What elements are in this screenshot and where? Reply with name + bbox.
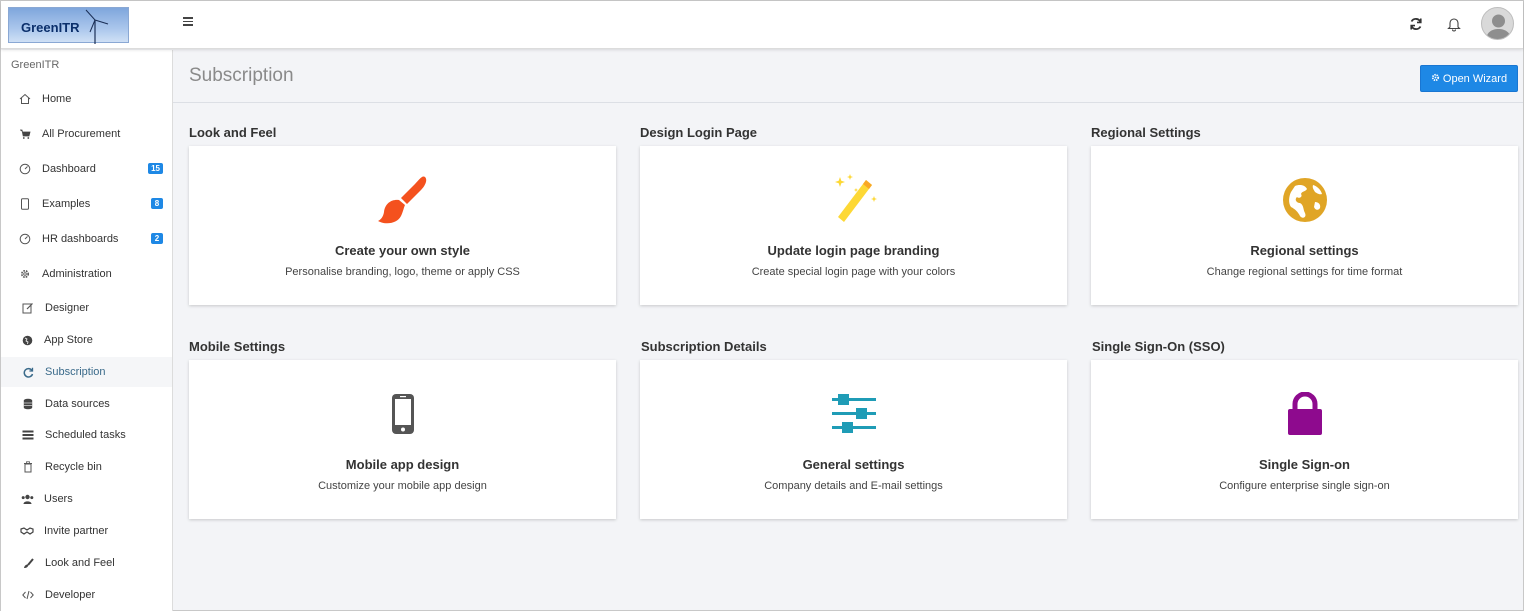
top-bar: GreenITR [1, 1, 1523, 49]
section-title-look-and-feel: Look and Feel [189, 125, 277, 140]
page-header: Subscription Open Wizard [173, 50, 1523, 103]
sidebar-brand: GreenITR [11, 59, 60, 71]
sidebar-item-examples[interactable]: Examples 8 [1, 189, 172, 219]
brush-icon [21, 556, 35, 570]
handshake-icon [20, 524, 34, 538]
sidebar-item-label: All Procurement [42, 128, 121, 140]
edit-icon [21, 301, 35, 315]
section-title-regional-settings: Regional Settings [1091, 125, 1201, 140]
sidebar-item-subscription[interactable]: Subscription [1, 357, 172, 387]
section-title-mobile-settings: Mobile Settings [189, 339, 286, 354]
user-silhouette-icon [1486, 14, 1511, 39]
card-update-login-page-branding[interactable]: Update login page branding Create specia… [640, 146, 1067, 305]
card-mobile-app-design[interactable]: Mobile app design Customize your mobile … [189, 360, 616, 519]
sidebar-item-invite-partner[interactable]: Invite partner [1, 516, 172, 546]
menu-toggle-button[interactable] [183, 15, 199, 31]
card-title: Create your own style [334, 243, 471, 258]
users-icon [20, 492, 34, 506]
user-avatar[interactable] [1481, 7, 1514, 40]
gear-icon [18, 267, 32, 281]
gauge-icon [18, 162, 32, 176]
sidebar-item-label: App Store [44, 334, 93, 346]
card-create-your-own-style[interactable]: Create your own style Personalise brandi… [189, 146, 616, 305]
wind-turbine-icon [85, 9, 109, 44]
sidebar-item-label: Scheduled tasks [45, 429, 126, 441]
paintbrush-icon [189, 172, 616, 228]
section-title-single-sign-on: Single Sign-On (SSO) [1092, 339, 1225, 354]
sidebar-item-label: Administration [42, 268, 112, 280]
section-title-design-login-page: Design Login Page [640, 125, 758, 140]
card-description: Create special login page with your colo… [751, 266, 956, 278]
trash-icon [21, 460, 35, 474]
globe-icon [20, 333, 34, 347]
card-title: Regional settings [1250, 243, 1359, 258]
sidebar-item-administration[interactable]: Administration [1, 259, 172, 289]
card-description: Personalise branding, logo, theme or app… [285, 266, 520, 278]
database-icon [21, 397, 35, 411]
magic-wand-icon [640, 172, 1067, 228]
sidebar-item-designer[interactable]: Designer [1, 293, 172, 323]
globe-icon [1091, 172, 1518, 228]
cart-icon [18, 127, 32, 141]
mobile-phone-icon [189, 386, 616, 442]
card-general-settings[interactable]: General settings Company details and E-m… [640, 360, 1067, 519]
sidebar-item-label: Examples [42, 198, 91, 210]
gauge-icon [18, 232, 32, 246]
card-description: Company details and E-mail settings [764, 480, 943, 492]
sliders-icon [640, 386, 1067, 442]
sidebar-item-label: Data sources [45, 398, 110, 410]
sidebar-item-recycle-bin[interactable]: Recycle bin [1, 452, 172, 482]
card-title: Update login page branding [767, 243, 940, 258]
home-icon [18, 92, 32, 106]
sidebar-item-data-sources[interactable]: Data sources [1, 389, 172, 419]
sidebar-item-label: Invite partner [44, 525, 109, 537]
sidebar-item-label: Designer [45, 302, 90, 314]
refresh-icon [21, 365, 35, 379]
sidebar-item-scheduled-tasks[interactable]: Scheduled tasks [1, 420, 172, 450]
sidebar-item-label: Recycle bin [45, 461, 102, 473]
bell-icon [1447, 17, 1461, 31]
lock-icon [1091, 386, 1518, 442]
sidebar-item-label: Look and Feel [45, 557, 115, 569]
card-description: Customize your mobile app design [318, 480, 487, 492]
sidebar-item-hr-dashboards[interactable]: HR dashboards 2 [1, 224, 172, 254]
code-icon [21, 588, 35, 602]
sidebar-item-label: Home [42, 93, 72, 105]
sidebar-item-label: Developer [45, 589, 96, 601]
sidebar-item-users[interactable]: Users [1, 484, 172, 514]
card-title: General settings [802, 457, 905, 472]
sidebar-item-label: Dashboard [42, 163, 96, 175]
card-single-sign-on[interactable]: Single Sign-on Configure enterprise sing… [1091, 360, 1518, 519]
sidebar-item-home[interactable]: Home [1, 84, 172, 114]
count-badge: 15 [148, 163, 163, 174]
page-title: Subscription [189, 65, 294, 86]
sidebar-item-developer[interactable]: Developer [1, 580, 172, 610]
sidebar-item-label: Users [44, 493, 73, 505]
open-wizard-label: Open Wizard [1442, 72, 1508, 85]
gear-icon [1431, 73, 1440, 85]
count-badge: 2 [151, 233, 163, 244]
sidebar-item-app-store[interactable]: App Store [1, 325, 172, 355]
card-description: Configure enterprise single sign-on [1219, 480, 1390, 492]
sidebar-item-look-and-feel[interactable]: Look and Feel [1, 548, 172, 578]
notifications-button[interactable] [1443, 13, 1465, 35]
card-regional-settings[interactable]: Regional settings Change regional settin… [1091, 146, 1518, 305]
tablet-icon [18, 197, 32, 211]
open-wizard-button[interactable]: Open Wizard [1420, 65, 1518, 92]
refresh-button[interactable] [1405, 13, 1427, 35]
count-badge: 8 [151, 198, 163, 209]
sidebar-item-label: Subscription [45, 366, 106, 378]
refresh-icon [1410, 18, 1422, 30]
app-logo[interactable]: GreenITR [8, 7, 129, 44]
logo-text: GreenITR [21, 20, 80, 35]
section-title-subscription-details: Subscription Details [641, 339, 767, 354]
card-title: Mobile app design [345, 457, 460, 472]
sidebar-item-label: HR dashboards [42, 233, 119, 245]
tasks-icon [21, 428, 35, 442]
card-title: Single Sign-on [1259, 457, 1350, 472]
sidebar-item-all-procurement[interactable]: All Procurement [1, 119, 172, 149]
sidebar: GreenITR Home All Procurement Dashboard … [1, 50, 173, 611]
card-description: Change regional settings for time format [1206, 266, 1403, 278]
sidebar-item-dashboard[interactable]: Dashboard 15 [1, 154, 172, 184]
